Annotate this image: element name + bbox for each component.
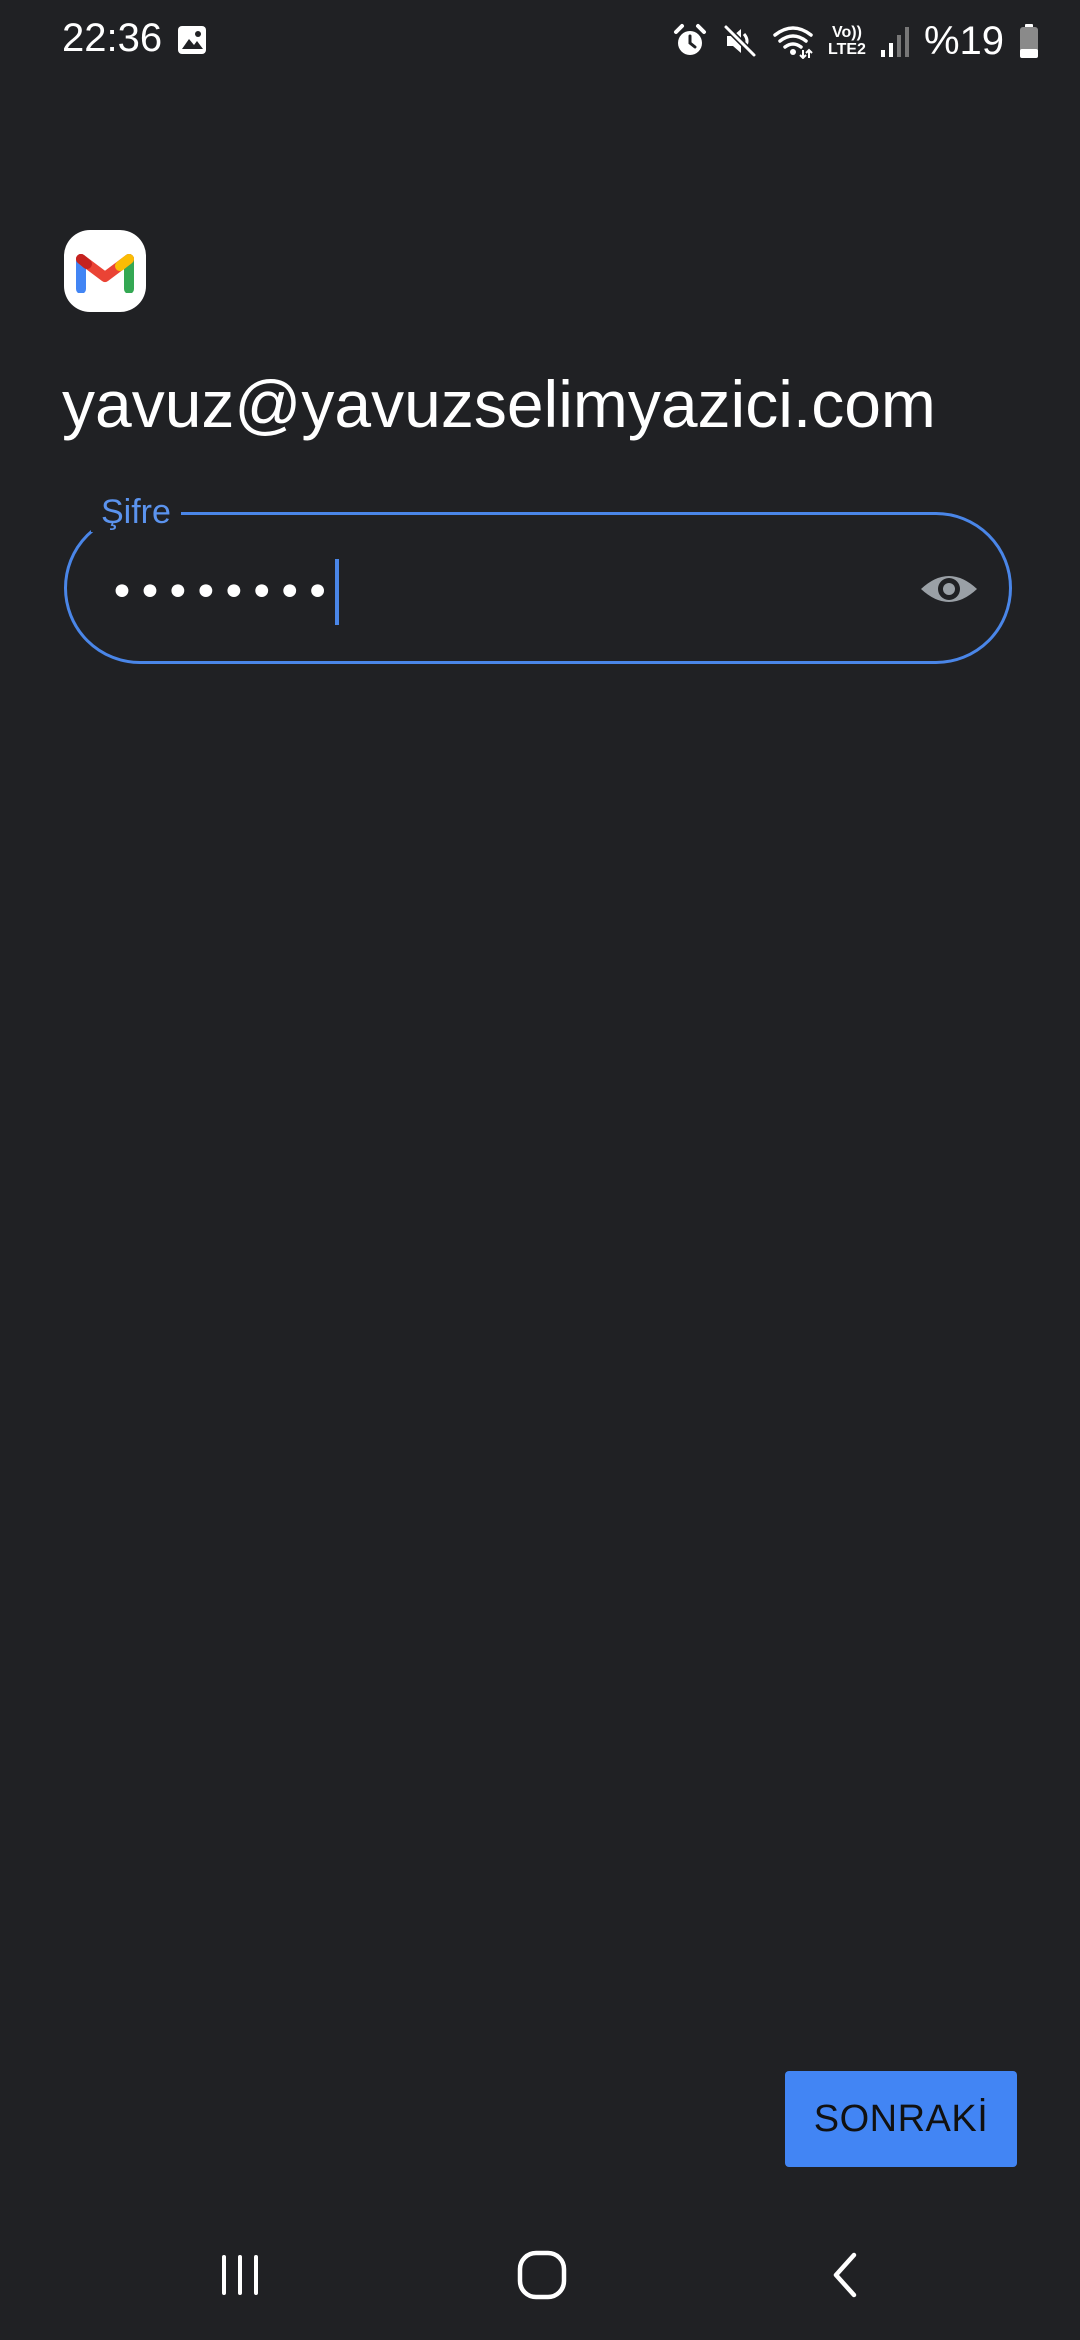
text-cursor: [334, 559, 339, 625]
password-input[interactable]: ••••••••: [109, 559, 339, 625]
password-field[interactable]: Şifre ••••••••: [64, 493, 1012, 664]
battery-icon: [1018, 23, 1040, 59]
status-time: 22:36: [62, 16, 163, 60]
next-button[interactable]: SONRAKİ: [785, 2071, 1017, 2167]
password-masked-value: ••••••••: [109, 566, 333, 618]
lte-line-1: Vo)): [832, 24, 862, 41]
status-icons: Vo)) LTE2 %19: [672, 14, 1040, 68]
lte-line-2: LTE2: [828, 41, 866, 58]
lte-icon: Vo)) LTE2: [828, 24, 866, 58]
recents-icon[interactable]: [200, 2240, 280, 2310]
home-icon[interactable]: [502, 2240, 582, 2310]
gmail-logo: [64, 230, 146, 312]
alarm-icon: [672, 23, 708, 59]
status-bar: 22:36 Vo)) LTE2 %19: [0, 0, 1080, 80]
account-email: yavuz@yavuzselimyazici.com: [62, 367, 936, 441]
signal-icon: [880, 24, 910, 58]
wifi-icon: [772, 23, 814, 59]
password-label: Şifre: [91, 493, 181, 532]
battery-percent: %19: [923, 18, 1004, 63]
navigation-bar: [0, 2220, 1080, 2340]
back-icon[interactable]: [806, 2240, 886, 2310]
gallery-icon: [176, 24, 208, 56]
mute-icon: [722, 23, 758, 59]
eye-icon[interactable]: [919, 559, 979, 619]
